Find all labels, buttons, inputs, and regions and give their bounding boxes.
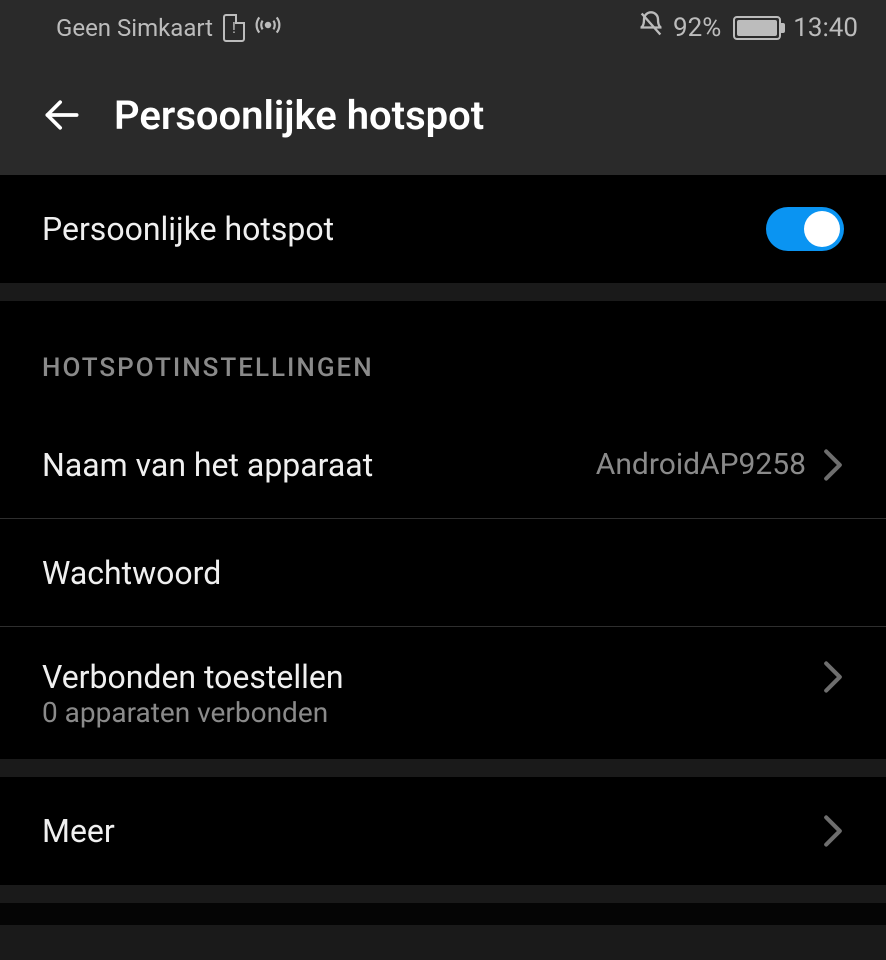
section-header: HOTSPOTINSTELLINGEN [0,301,886,411]
chevron-right-icon [822,660,844,694]
row-password[interactable]: Wachtwoord [0,519,886,627]
sim-status-text: Geen Simkaart [56,14,213,42]
section-toggle: Persoonlijke hotspot [0,175,886,283]
row-more[interactable]: Meer [0,777,886,885]
section-more: Meer [0,777,886,885]
row-hotspot-toggle[interactable]: Persoonlijke hotspot [0,175,886,283]
chevron-right-icon [822,814,844,848]
status-bar: Geen Simkaart ! 92% 13:40 [0,0,886,55]
hotspot-icon [255,12,281,44]
clock: 13:40 [793,13,858,43]
status-right: 92% 13:40 [637,10,858,45]
sim-alert-icon: ! [223,14,245,42]
device-name-value: AndroidAP9258 [596,447,816,482]
hotspot-toggle[interactable] [766,207,844,251]
chevron-right-icon [822,448,844,482]
section-hotspot-settings: HOTSPOTINSTELLINGEN Naam van het apparaa… [0,301,886,759]
battery-icon [733,16,781,40]
section-header-text: HOTSPOTINSTELLINGEN [42,353,374,383]
connected-label: Verbonden toestellen [42,658,344,696]
device-name-label: Naam van het apparaat [42,446,373,484]
toggle-knob [804,211,840,247]
more-label: Meer [42,812,115,850]
battery-percent: 92% [673,13,721,43]
row-device-name[interactable]: Naam van het apparaat AndroidAP9258 [0,411,886,519]
password-label: Wachtwoord [42,554,221,592]
status-left: Geen Simkaart ! [56,12,281,44]
connected-subtext: 0 apparaten verbonden [42,696,328,729]
title-bar: Persoonlijke hotspot [0,55,886,175]
mute-icon [637,10,665,45]
back-button[interactable] [40,93,84,137]
page-title: Persoonlijke hotspot [114,92,484,139]
hotspot-toggle-label: Persoonlijke hotspot [42,210,334,248]
row-connected-devices[interactable]: Verbonden toestellen 0 apparaten verbond… [0,627,886,759]
